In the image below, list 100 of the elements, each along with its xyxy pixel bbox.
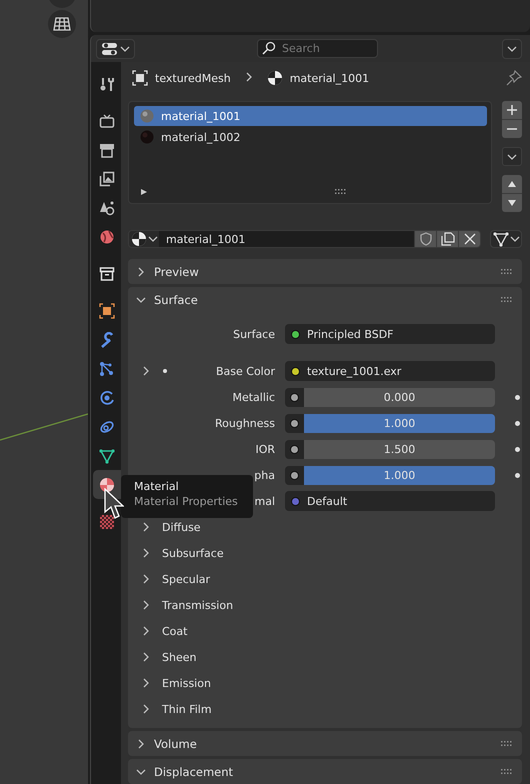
- images-icon: [100, 171, 114, 186]
- chevron-down-icon: [507, 44, 517, 54]
- grid-button[interactable]: [48, 10, 76, 38]
- panel-header[interactable]: Preview: [128, 259, 522, 284]
- grid-icon: [53, 16, 71, 32]
- material-slot[interactable]: material_1002: [134, 127, 487, 147]
- chevron-right-icon: [141, 704, 151, 714]
- dropdown-button[interactable]: [502, 38, 522, 58]
- field-label: Surface: [233, 328, 275, 340]
- breadcrumb-object: texturedMesh: [155, 72, 231, 84]
- tooltip-title: Material: [134, 480, 180, 493]
- chevron-right-icon: [141, 574, 151, 584]
- grip-icon[interactable]: [501, 268, 513, 274]
- cursor-icon: [104, 488, 124, 520]
- pin-icon[interactable]: [506, 70, 522, 86]
- chevron-down-icon: [136, 294, 146, 304]
- editor-type-button[interactable]: [96, 38, 135, 58]
- chevron-right-icon: [244, 72, 254, 82]
- field-label: Roughness: [214, 416, 275, 430]
- socket-icon: [290, 444, 299, 454]
- grip-icon[interactable]: [501, 768, 513, 774]
- tool-icon: [100, 76, 114, 92]
- chevron-right-icon: [136, 266, 146, 276]
- chevron-down-icon: [120, 44, 130, 54]
- object-icon: [99, 302, 115, 318]
- orbit-icon: [100, 390, 114, 404]
- chevron-right-icon: [141, 366, 151, 376]
- chevron-right-icon: [141, 522, 151, 532]
- move-down-button[interactable]: [502, 193, 522, 212]
- field-label: IOR: [255, 442, 275, 456]
- field-label: Metallic: [232, 390, 275, 404]
- subpanel-header[interactable]: Diffuse: [128, 514, 522, 540]
- chevron-right-icon: [141, 548, 151, 558]
- play-icon[interactable]: [140, 188, 148, 196]
- triangle-down-icon: [507, 199, 517, 207]
- node-tree-button[interactable]: [490, 230, 522, 248]
- subpanel-header[interactable]: Subsurface: [128, 540, 522, 566]
- tooltip-description: Material Properties: [134, 495, 239, 508]
- field-value: Principled BSDF: [307, 328, 394, 340]
- grip-icon[interactable]: [501, 740, 513, 746]
- field-label: mal: [254, 494, 275, 508]
- link-field[interactable]: Default: [285, 491, 495, 511]
- plus-icon: [507, 105, 517, 115]
- triangle-up-icon: [507, 180, 517, 188]
- subpanel-header[interactable]: Specular: [128, 566, 522, 592]
- material-sphere-icon: [100, 478, 114, 492]
- grip-icon[interactable]: [335, 189, 347, 195]
- nodes-icon: [100, 362, 113, 376]
- socket-icon: [290, 392, 299, 402]
- field-value: Default: [307, 494, 348, 508]
- breadcrumb-material: material_1001: [290, 72, 370, 84]
- chevron-down-icon: [136, 766, 146, 776]
- move-up-button[interactable]: [502, 175, 522, 193]
- panel-header[interactable]: Displacement: [128, 759, 522, 784]
- checker-icon: [100, 514, 114, 528]
- wrench-icon: [101, 332, 113, 348]
- subpanel-header[interactable]: Sheen: [128, 644, 522, 670]
- menu-button[interactable]: [502, 147, 522, 166]
- material-slot[interactable]: material_1001: [134, 106, 487, 126]
- keyframe-dot-icon[interactable]: [515, 472, 520, 478]
- box-icon: [100, 266, 114, 280]
- sphere-preview-icon: [140, 109, 154, 123]
- object-icon: [132, 70, 148, 86]
- triangle-mesh-icon: [99, 448, 115, 464]
- search-field[interactable]: Search: [257, 39, 378, 58]
- remove-button[interactable]: [502, 119, 522, 138]
- keyframe-dot-icon[interactable]: [515, 420, 520, 426]
- field-value: texture_1001.exr: [307, 364, 402, 378]
- socket-icon: [290, 418, 299, 428]
- dark-sphere-icon: [140, 130, 154, 144]
- toggle-icon: [101, 42, 119, 56]
- subpanel-header[interactable]: Emission: [128, 670, 522, 696]
- chevron-right-icon: [141, 678, 151, 688]
- properties-tab[interactable]: [93, 470, 121, 499]
- chevron-right-icon: [141, 600, 151, 610]
- chevron-right-icon: [136, 738, 146, 748]
- triangle-mesh-icon: [492, 231, 508, 247]
- chevron-down-icon: [510, 234, 520, 244]
- subpanel-header[interactable]: Transmission: [128, 592, 522, 618]
- material-icon: [266, 70, 283, 86]
- socket-icon: [290, 470, 299, 480]
- chevron-right-icon: [141, 626, 151, 636]
- subpanel-header[interactable]: Coat: [128, 618, 522, 644]
- globe-icon: [100, 230, 114, 243]
- search-icon: [262, 41, 276, 55]
- keyframe-dot-icon[interactable]: [515, 446, 520, 452]
- link-field[interactable]: texture_1001.exr: [285, 361, 495, 381]
- subpanel-header[interactable]: Thin Film: [128, 696, 522, 722]
- printer-icon: [100, 144, 114, 158]
- scene-icon: [100, 201, 114, 215]
- panel-header[interactable]: Surface: [128, 287, 522, 312]
- panel-header[interactable]: Volume: [128, 731, 522, 756]
- field-label: Base Color: [216, 364, 275, 378]
- chevron-right-icon: [141, 652, 151, 662]
- camera-icon: [100, 114, 114, 128]
- field-label: pha: [254, 468, 275, 482]
- add-button[interactable]: [502, 101, 522, 119]
- link-field[interactable]: Principled BSDF: [285, 324, 495, 344]
- keyframe-dot-icon[interactable]: [515, 394, 520, 400]
- grip-icon[interactable]: [501, 296, 513, 302]
